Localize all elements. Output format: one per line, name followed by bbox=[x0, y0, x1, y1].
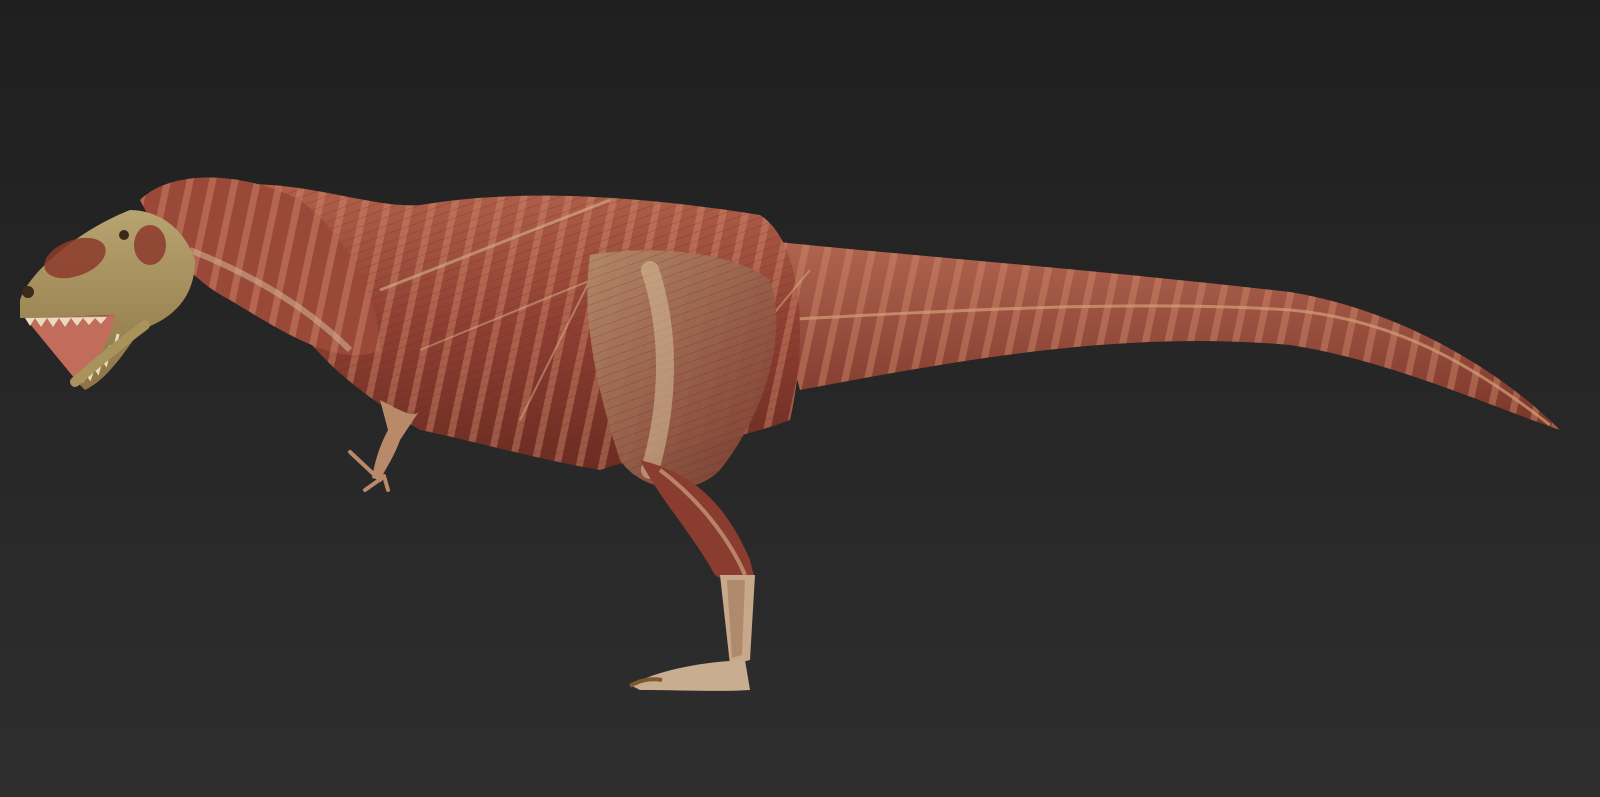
foot bbox=[630, 660, 750, 691]
render-viewport bbox=[0, 0, 1600, 797]
dinosaur-render bbox=[20, 177, 1560, 691]
